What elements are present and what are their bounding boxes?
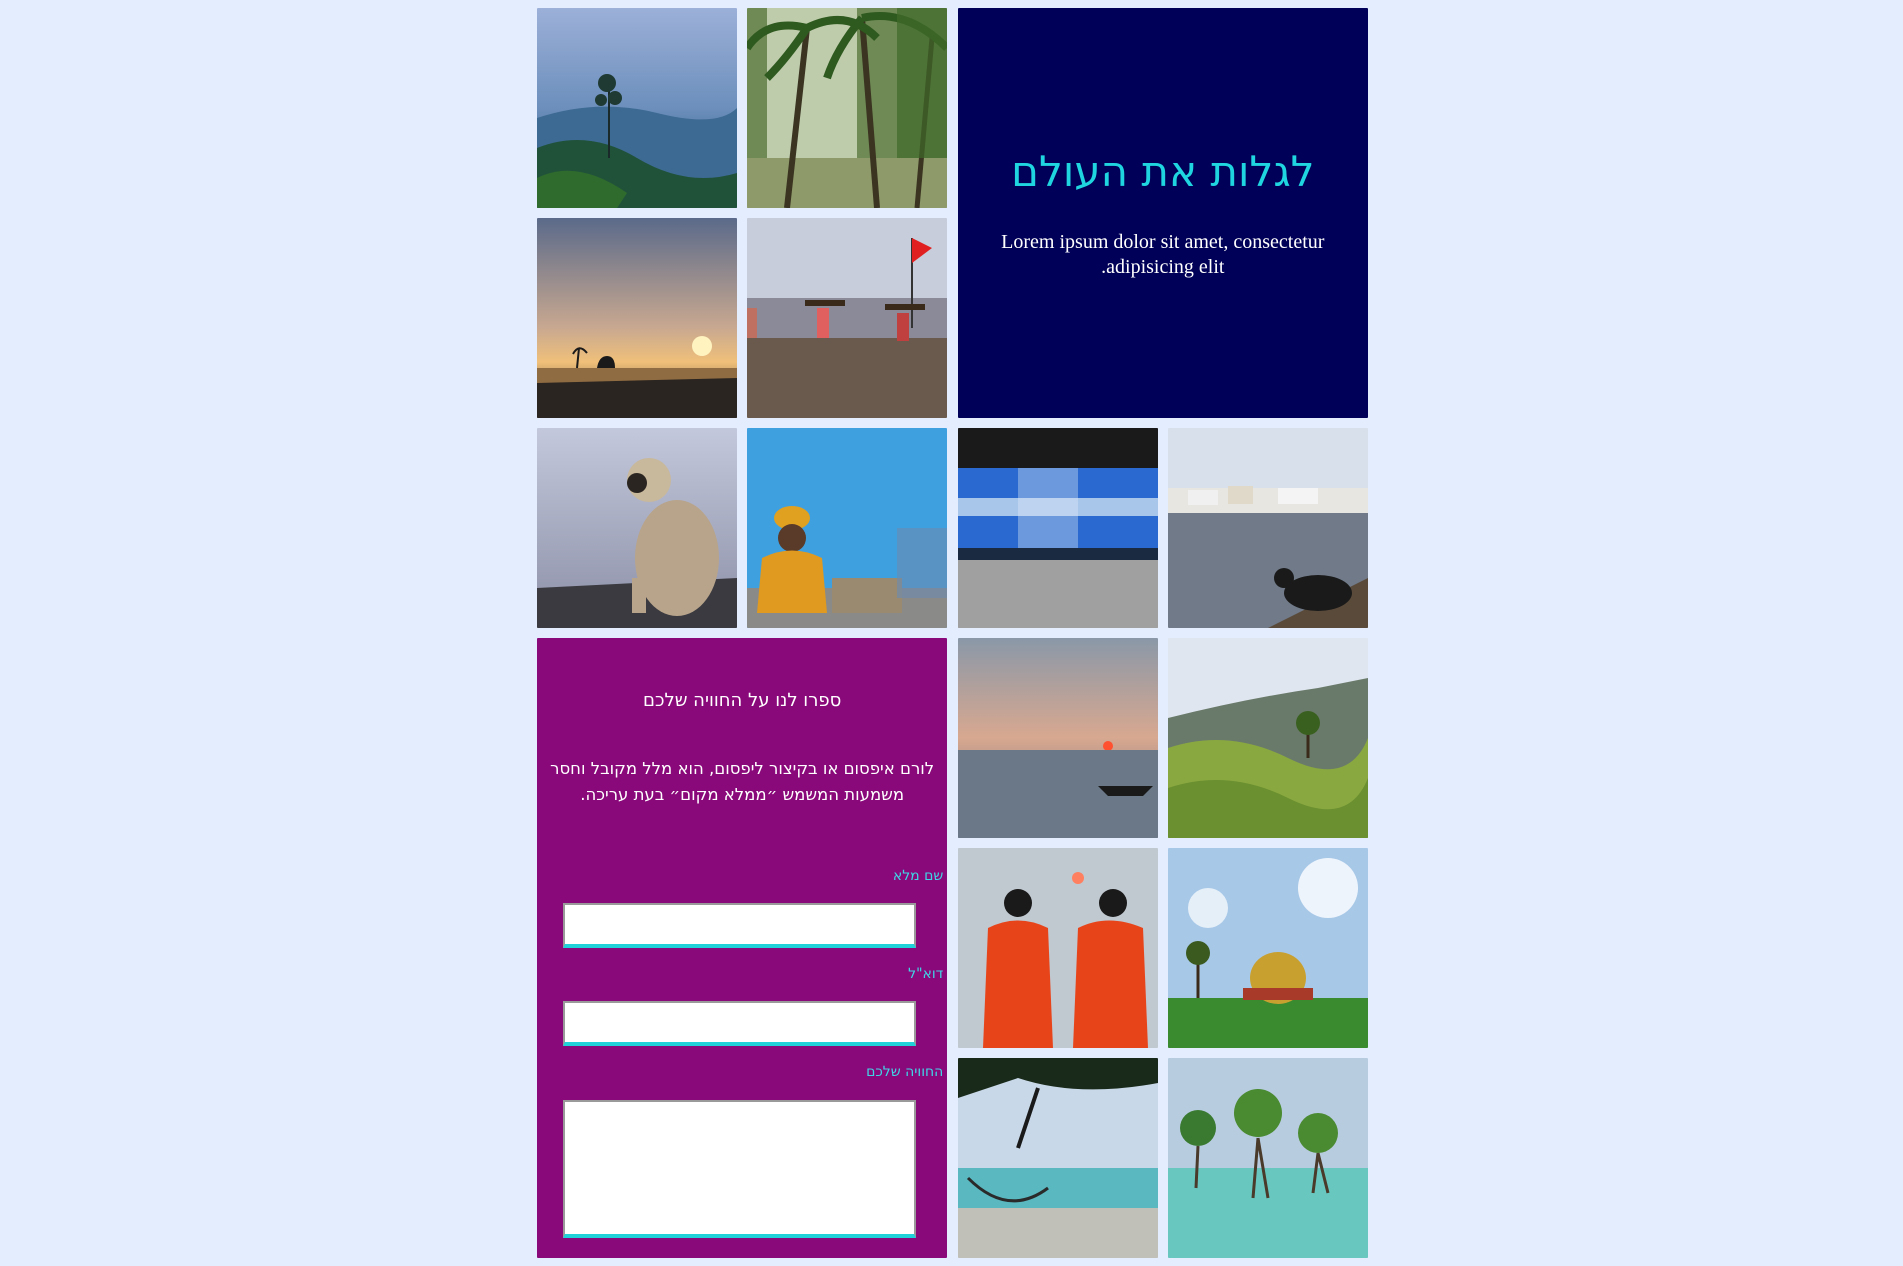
hero-panel: לגלות את העולם Lorem ipsum dolor sit ame… <box>957 8 1368 418</box>
experience-label: החוויה שלכם <box>866 1064 944 1080</box>
sunset-shore-photo <box>537 218 737 418</box>
hero-title: לגלות את העולם <box>1011 146 1315 196</box>
experience-form-panel: ספרו לנו על החוויה שלכם לורם איפסום או ב… <box>537 638 948 1258</box>
form-description: לורם איפסום או בקיצור ליפסום, הוא מלל מק… <box>550 759 935 804</box>
full-name-input[interactable] <box>563 903 916 948</box>
golden-dome-photo <box>1167 848 1368 1048</box>
beach-hammock-photo <box>957 1058 1158 1258</box>
tea-plantation-hills-photo <box>1167 638 1368 838</box>
sadhu-blue-wall-photo <box>747 428 948 628</box>
women-red-saris-sunrise-photo <box>957 848 1158 1048</box>
blue-train-motion-photo <box>957 428 1158 628</box>
email-label: דוא"ל <box>908 966 944 982</box>
misty-hills-tree-photo <box>537 8 737 208</box>
form-heading: ספרו לנו על החוויה שלכם <box>643 690 842 711</box>
palm-forest-photo <box>747 8 948 208</box>
hero-text: Lorem ipsum dolor sit amet, consectetur … <box>1001 230 1325 278</box>
email-input[interactable] <box>563 1001 916 1046</box>
experience-textarea[interactable] <box>563 1100 916 1238</box>
lake-cow-town-photo <box>1167 428 1368 628</box>
langur-monkey-photo <box>537 428 737 628</box>
mangrove-trees-water-photo <box>1167 1058 1368 1258</box>
gallery-grid: לגלות את העולם Lorem ipsum dolor sit ame… <box>537 8 1368 1258</box>
beach-carriers-flag-photo <box>747 218 948 418</box>
full-name-label: שם מלא <box>892 868 944 884</box>
sea-sunset-boat-photo <box>957 638 1158 838</box>
